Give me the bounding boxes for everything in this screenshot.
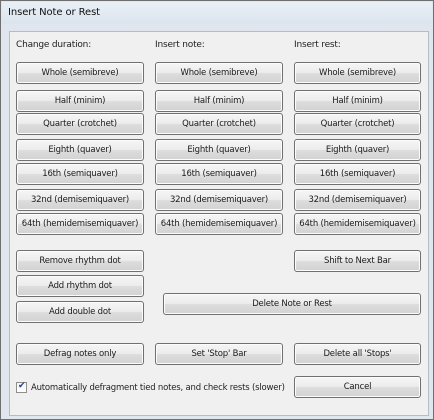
insert-rest-whole-button[interactable]: Whole (semibreve) — [294, 62, 421, 84]
change-duration-16th-button[interactable]: 16th (semiquaver) — [16, 163, 144, 185]
change-duration-label: Change duration: — [16, 40, 92, 50]
insert-note-label: Insert note: — [155, 40, 205, 50]
insert-note-32nd-button[interactable]: 32nd (demisemiquaver) — [155, 189, 283, 211]
insert-rest-label: Insert rest: — [294, 40, 341, 50]
insert-rest-quarter-button[interactable]: Quarter (crotchet) — [294, 113, 421, 135]
insert-rest-eighth-button[interactable]: Eighth (quaver) — [294, 139, 421, 161]
change-duration-half-button[interactable]: Half (minim) — [16, 90, 144, 112]
change-duration-quarter-button[interactable]: Quarter (crotchet) — [16, 113, 144, 135]
remove-rhythm-dot-button[interactable]: Remove rhythm dot — [16, 250, 144, 272]
delete-all-stops-button[interactable]: Delete all 'Stops' — [294, 343, 421, 365]
set-stop-bar-button[interactable]: Set 'Stop' Bar — [155, 343, 283, 365]
insert-note-half-button[interactable]: Half (minim) — [155, 90, 283, 112]
change-duration-eighth-button[interactable]: Eighth (quaver) — [16, 139, 144, 161]
cancel-button[interactable]: Cancel — [294, 376, 421, 398]
insert-note-quarter-button[interactable]: Quarter (crotchet) — [155, 113, 283, 135]
insert-rest-16th-button[interactable]: 16th (semiquaver) — [294, 163, 421, 185]
delete-note-or-rest-button[interactable]: Delete Note or Rest — [163, 293, 421, 315]
insert-note-eighth-button[interactable]: Eighth (quaver) — [155, 139, 283, 161]
auto-defrag-checkbox[interactable]: ✔ — [16, 381, 27, 393]
insert-note-16th-button[interactable]: 16th (semiquaver) — [155, 163, 283, 185]
shift-to-next-bar-button[interactable]: Shift to Next Bar — [294, 250, 421, 272]
insert-note-whole-button[interactable]: Whole (semibreve) — [155, 62, 283, 84]
auto-defrag-option[interactable]: ✔ Automatically defragment tied notes, a… — [16, 381, 285, 393]
window-title: Insert Note or Rest — [8, 7, 101, 18]
insert-note-64th-button[interactable]: 64th (hemidemisemiquaver) — [155, 213, 283, 235]
change-duration-32nd-button[interactable]: 32nd (demisemiquaver) — [16, 189, 144, 211]
auto-defrag-label[interactable]: Automatically defragment tied notes, and… — [31, 383, 285, 393]
dialog-window: Insert Note or Rest Change duration: Ins… — [0, 0, 434, 420]
title-bar[interactable]: Insert Note or Rest — [2, 2, 432, 24]
checkmark-icon: ✔ — [18, 381, 26, 391]
add-rhythm-dot-button[interactable]: Add rhythm dot — [16, 275, 144, 297]
add-double-dot-button[interactable]: Add double dot — [16, 301, 144, 323]
change-duration-whole-button[interactable]: Whole (semibreve) — [16, 62, 144, 84]
defrag-notes-only-button[interactable]: Defrag notes only — [16, 343, 144, 365]
insert-rest-half-button[interactable]: Half (minim) — [294, 90, 421, 112]
dialog-client-area: Change duration: Insert note: Insert res… — [9, 31, 429, 416]
change-duration-64th-button[interactable]: 64th (hemidemisemiquaver) — [16, 213, 144, 235]
insert-rest-32nd-button[interactable]: 32nd (demisemiquaver) — [294, 189, 421, 211]
insert-rest-64th-button[interactable]: 64th (hemidemisemiquaver) — [294, 213, 421, 235]
